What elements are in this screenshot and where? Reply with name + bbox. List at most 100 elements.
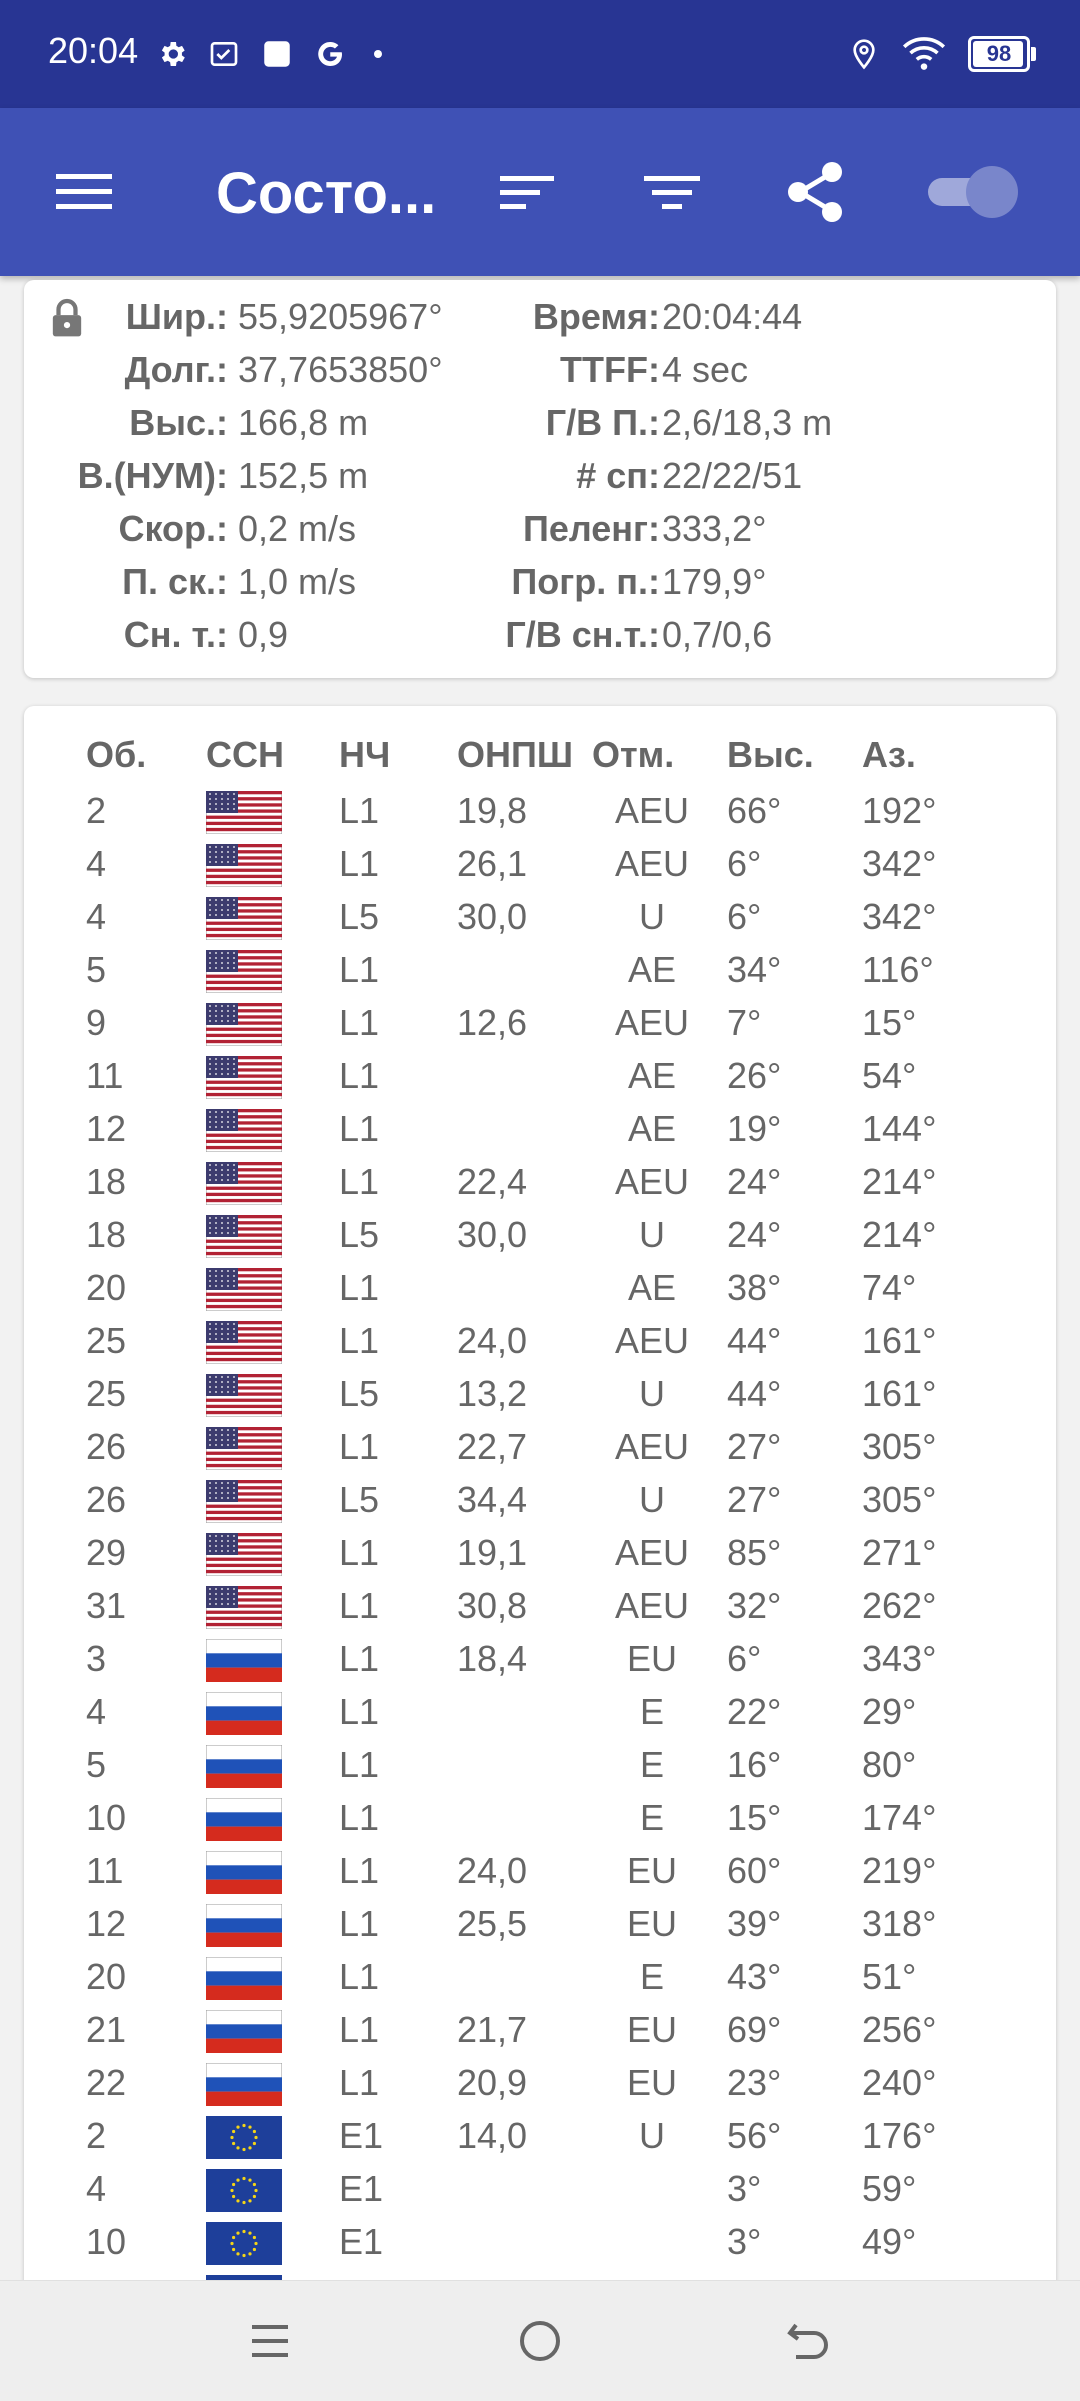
settings-icon xyxy=(161,42,185,66)
header-frequency[interactable]: НЧ xyxy=(339,724,390,786)
azimuth-value: 161° xyxy=(862,1373,937,1414)
menu-icon[interactable] xyxy=(44,152,124,232)
elevation-value: 56° xyxy=(727,2115,782,2156)
frequency-band: L1 xyxy=(339,1956,380,1997)
elevation-value: 26° xyxy=(727,1055,782,1096)
snr-value: 18,4 xyxy=(457,1638,528,1679)
info-value: 166,8 m xyxy=(238,402,369,443)
snr-value: 30,8 xyxy=(457,1585,528,1626)
snr-value: 24,0 xyxy=(457,1850,528,1891)
header-flags[interactable]: Отм. xyxy=(592,724,674,786)
info-row: В.(НУМ): 152,5 m # сп: 22/22/51 xyxy=(24,451,1056,501)
satellite-id: 18 xyxy=(86,1161,127,1202)
share-icon[interactable] xyxy=(776,152,856,232)
azimuth-value: 214° xyxy=(862,1161,937,1202)
elevation-value: 3° xyxy=(727,2168,762,2209)
elevation-value: 16° xyxy=(727,1744,782,1785)
info-label: Сн. т.: xyxy=(123,614,228,655)
us-flag-icon xyxy=(206,1056,282,1099)
sort-icon[interactable] xyxy=(488,152,568,232)
header-snr[interactable]: ОНПШ xyxy=(457,724,573,786)
satellite-id: 4 xyxy=(86,1691,107,1732)
info-value: 0,9 xyxy=(238,614,289,655)
google-icon xyxy=(318,42,342,67)
elevation-value: 38° xyxy=(727,1267,782,1308)
recents-icon[interactable] xyxy=(240,2311,300,2371)
azimuth-value: 161° xyxy=(862,1320,937,1361)
home-icon[interactable] xyxy=(510,2311,570,2371)
info-row: Скор.: 0,2 m/s Пеленг: 333,2° xyxy=(24,504,1056,554)
satellite-id: 12 xyxy=(86,1903,127,1944)
header-constellation[interactable]: ССН xyxy=(206,724,284,786)
frequency-band: L1 xyxy=(339,1108,380,1149)
snr-value: 13,2 xyxy=(457,1373,528,1414)
azimuth-value: 51° xyxy=(862,1956,917,1997)
elevation-value: 44° xyxy=(727,1373,782,1414)
satellite-id: 20 xyxy=(86,1267,127,1308)
satellite-id: 31 xyxy=(86,1585,127,1626)
russia-flag-icon xyxy=(206,2063,282,2106)
frequency-band: L5 xyxy=(339,896,380,937)
info-value: 22/22/51 xyxy=(662,455,803,496)
info-row: Сн. т.: 0,9 Г/В сн.т.: 0,7/0,6 xyxy=(24,610,1056,660)
frequency-band: L5 xyxy=(339,1479,380,1520)
header-elevation[interactable]: Выс. xyxy=(727,724,814,786)
snr-value: 12,6 xyxy=(457,1002,528,1043)
elevation-value: 27° xyxy=(727,1426,782,1467)
satellite-row: 12 L1 AE 19° 144° xyxy=(24,1104,1056,1157)
elevation-value: 43° xyxy=(727,1956,782,1997)
info-label: Долг.: xyxy=(124,349,228,390)
snr-value: 34,4 xyxy=(457,1479,528,1520)
azimuth-value: 80° xyxy=(862,1744,917,1785)
frequency-band: L1 xyxy=(339,1161,380,1202)
satellite-row: 11 L1 AE 26° 54° xyxy=(24,1051,1056,1104)
header-id[interactable]: Об. xyxy=(86,724,146,786)
status-flags: AEU xyxy=(614,1426,690,1467)
status-bar: 20:04 98 xyxy=(0,0,1080,108)
azimuth-value: 176° xyxy=(862,2115,937,2156)
dot-icon xyxy=(374,50,382,58)
elevation-value: 19° xyxy=(727,1108,782,1149)
status-flags: E xyxy=(639,1956,664,1997)
satellite-table: Об. ССН НЧ ОНПШ Отм. Выс. Аз. 2 L1 19,8 AEU… xyxy=(24,724,1056,2323)
us-flag-icon xyxy=(206,791,282,834)
azimuth-value: 305° xyxy=(862,1426,937,1467)
snr-value: 19,8 xyxy=(457,790,528,831)
wifi-icon xyxy=(902,37,946,70)
satellite-row: 18 L1 22,4 AEU 24° 214° xyxy=(24,1157,1056,1210)
russia-flag-icon xyxy=(206,1745,282,1788)
snr-value: 22,7 xyxy=(457,1426,528,1467)
satellite-row: 25 L5 13,2 U 44° 161° xyxy=(24,1369,1056,1422)
satellite-id: 12 xyxy=(86,1108,127,1149)
status-flags: EU xyxy=(626,1903,677,1944)
toggle-switch[interactable] xyxy=(920,152,1030,232)
status-flags: U xyxy=(639,896,665,937)
info-value: 333,2° xyxy=(662,508,767,549)
location-icon xyxy=(853,39,875,70)
info-row: Шир.: 55,9205967° Время: 20:04:44 xyxy=(24,292,1056,342)
filter-icon[interactable] xyxy=(632,152,712,232)
frequency-band: L1 xyxy=(339,1691,380,1732)
eu-flag-icon xyxy=(206,2169,282,2212)
satellite-table-card: Об. ССН НЧ ОНПШ Отм. Выс. Аз. 2 L1 19,8 AEU… xyxy=(24,706,1056,2400)
battery-level: 98 xyxy=(986,41,1012,66)
elevation-value: 27° xyxy=(727,1479,782,1520)
frequency-band: L1 xyxy=(339,2062,380,2103)
back-icon[interactable] xyxy=(778,2311,838,2371)
satellite-row: 20 L1 E 43° 51° xyxy=(24,1952,1056,2005)
header-azimuth[interactable]: Аз. xyxy=(862,724,916,786)
us-flag-icon xyxy=(206,1109,282,1152)
azimuth-value: 54° xyxy=(862,1055,917,1096)
snr-value: 30,0 xyxy=(457,1214,528,1255)
us-flag-icon xyxy=(206,1480,282,1523)
status-flags: AE xyxy=(627,949,677,990)
battery-icon: 98 xyxy=(968,36,1036,72)
us-flag-icon xyxy=(206,950,282,993)
satellite-id: 20 xyxy=(86,1956,127,1997)
elevation-value: 39° xyxy=(727,1903,782,1944)
frequency-band: L1 xyxy=(339,1532,380,1573)
azimuth-value: 342° xyxy=(862,896,937,937)
table-header: Об. ССН НЧ ОНПШ Отм. Выс. Аз. xyxy=(24,724,1056,786)
status-flags: U xyxy=(639,2115,665,2156)
frequency-band: L1 xyxy=(339,1267,380,1308)
